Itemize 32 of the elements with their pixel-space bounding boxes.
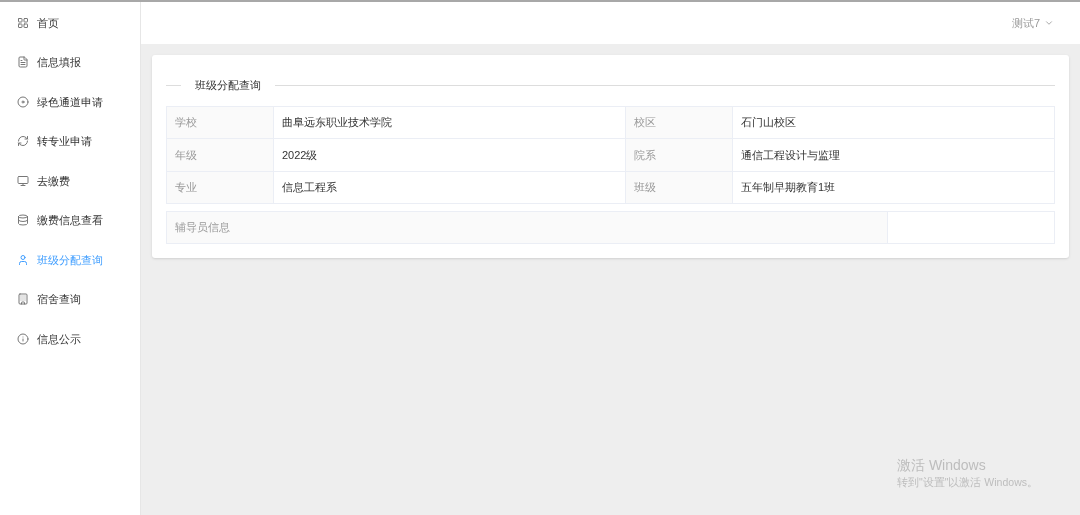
value-cell: 通信工程设计与监理 (732, 138, 1055, 171)
value-cell: 信息工程系 (273, 171, 626, 204)
user-icon (17, 253, 29, 266)
building-icon (17, 293, 29, 306)
disc-icon (17, 95, 29, 108)
sidebar-item[interactable]: 缴费信息查看 (0, 200, 140, 240)
document-icon (17, 56, 29, 69)
sidebar-item[interactable]: 信息填报 (0, 42, 140, 82)
monitor-icon (17, 174, 29, 187)
label-cell: 专业 (166, 171, 274, 204)
database-icon (17, 214, 29, 227)
label-cell: 班级 (625, 171, 733, 204)
value-cell: 五年制早期教育1班 (732, 171, 1055, 204)
grid-icon (17, 16, 29, 29)
refresh-icon (17, 135, 29, 148)
value-cell: 石门山校区 (732, 106, 1055, 139)
sidebar-item[interactable]: 去缴费 (0, 161, 140, 201)
sidebar-item[interactable]: 转专业申请 (0, 121, 140, 161)
sidebar-item[interactable]: 信息公示 (0, 319, 140, 359)
value-cell: 2022级 (273, 138, 626, 171)
sidebar-item[interactable]: 首页 (0, 3, 140, 43)
caret-icon (1044, 18, 1054, 28)
card-title: 班级分配查询 (195, 78, 261, 93)
sidebar-item[interactable]: 宿舍查询 (0, 279, 140, 319)
label-cell: 学校 (166, 106, 274, 139)
label-cell: 年级 (166, 138, 274, 171)
info-icon (17, 332, 29, 345)
label-cell: 校区 (625, 106, 733, 139)
sidebar-item[interactable]: 绿色通道申请 (0, 82, 140, 122)
label-cell: 院系 (625, 138, 733, 171)
value-cell: 曲阜远东职业技术学院 (273, 106, 626, 139)
label-cell: 辅导员信息 (166, 211, 888, 244)
